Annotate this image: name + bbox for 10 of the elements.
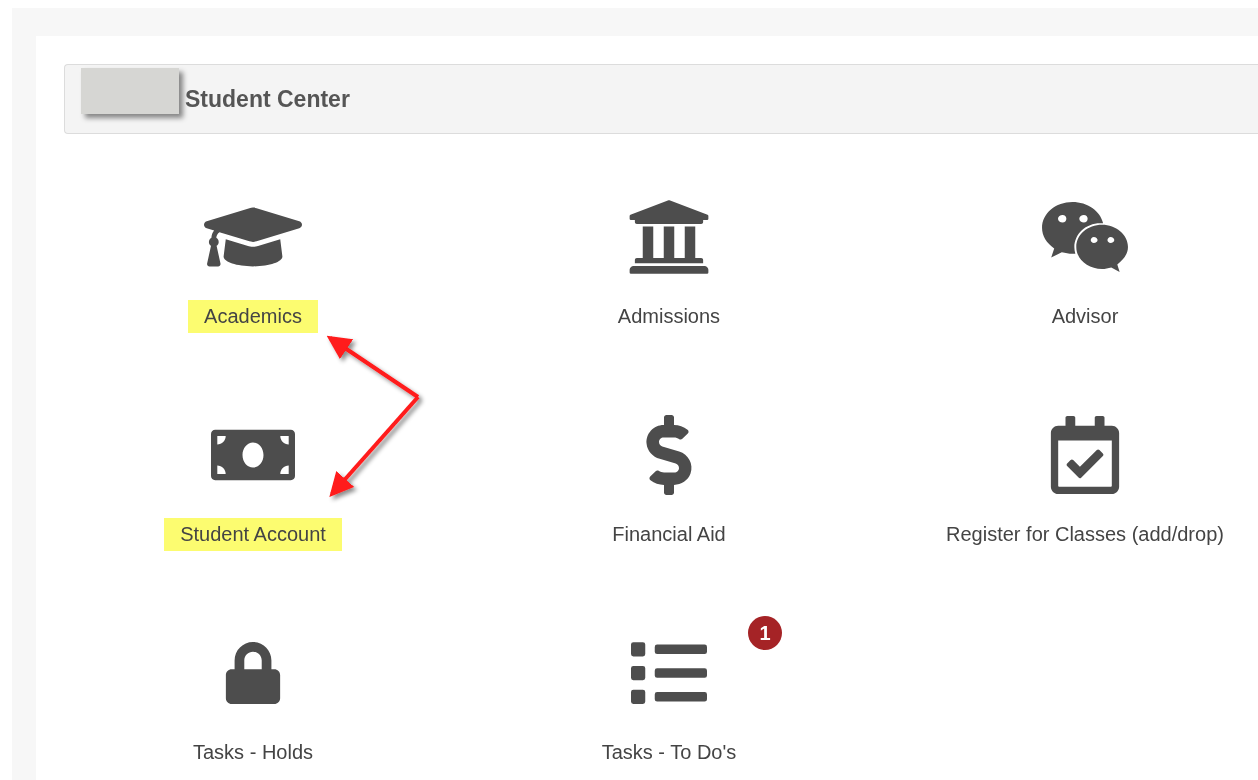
tile-link[interactable]: Tasks - Holds xyxy=(177,736,329,769)
tile-link[interactable]: Register for Classes (add/drop) xyxy=(930,518,1240,551)
tile-link[interactable]: Advisor xyxy=(1035,300,1135,333)
tile-link[interactable]: Academics xyxy=(188,300,318,333)
tile-link[interactable]: Financial Aid xyxy=(596,518,742,551)
notification-badge: 1 xyxy=(748,616,782,650)
tile-link[interactable]: Admissions xyxy=(601,300,737,333)
tile-link[interactable]: Tasks - To Do's xyxy=(585,736,753,769)
tile-link[interactable]: Student Account xyxy=(164,518,342,551)
page-title: Student Center xyxy=(185,85,350,113)
